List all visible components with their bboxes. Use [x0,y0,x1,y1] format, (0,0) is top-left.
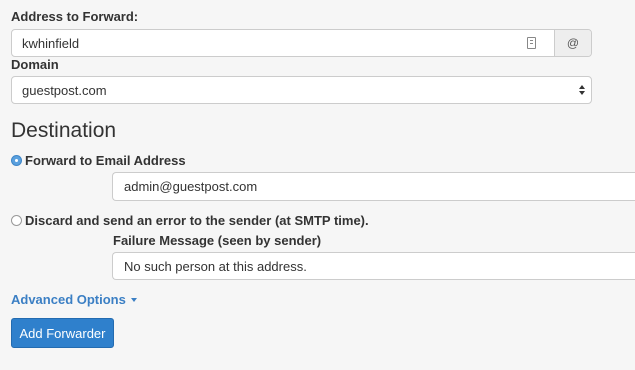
failure-message-value: No such person at this address. [124,258,307,274]
address-label: Address to Forward: [11,9,139,24]
destination-heading: Destination [11,119,117,142]
at-sign-addon: @ [554,30,591,56]
failure-message-input[interactable]: No such person at this address. [112,252,635,280]
select-arrows-icon [579,85,585,95]
caret-down-icon [130,298,137,302]
domain-select-value: guestpost.com [22,82,107,98]
forward-radio-label[interactable]: Forward to Email Address [25,153,186,168]
forward-radio[interactable] [11,155,22,166]
domain-label: Domain [11,57,59,72]
password-manager-icon[interactable] [516,30,546,56]
address-input[interactable]: kwhinfield @ [11,29,592,57]
discard-radio-label[interactable]: Discard and send an error to the sender … [25,213,369,228]
address-input-value: kwhinfield [22,35,80,51]
domain-select[interactable]: guestpost.com [11,76,592,104]
forward-email-value: admin@guestpost.com [124,179,258,194]
forward-email-input[interactable]: admin@guestpost.com [112,172,635,201]
advanced-options-link[interactable]: Advanced Options [11,292,137,307]
discard-radio[interactable] [11,215,22,226]
advanced-options-label: Advanced Options [11,292,126,307]
add-forwarder-button[interactable]: Add Forwarder [11,318,114,348]
failure-message-label: Failure Message (seen by sender) [113,233,322,248]
